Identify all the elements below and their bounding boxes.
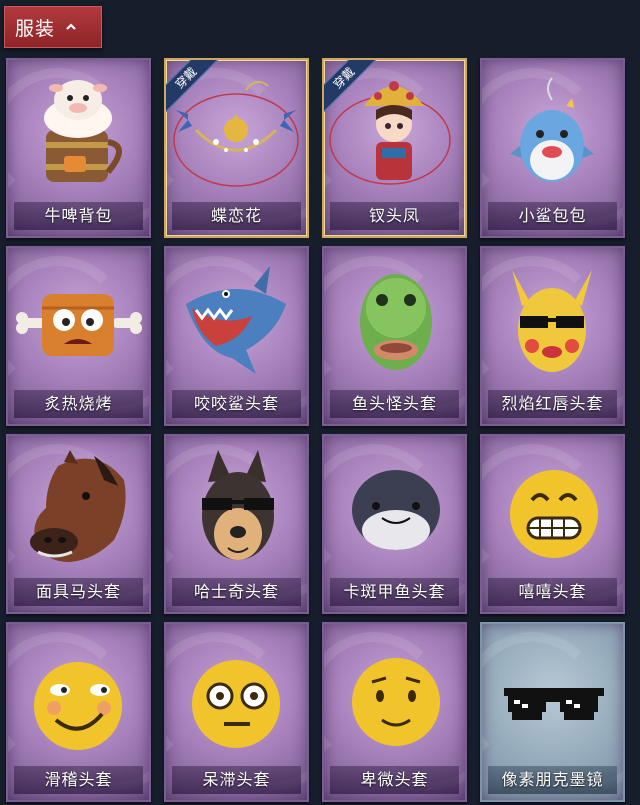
item-name: 哈士奇头套	[172, 578, 301, 606]
item-card[interactable]: 滑稽头套	[6, 622, 151, 802]
item-card[interactable]: 面具马头套	[6, 434, 151, 614]
item-card[interactable]: 嘻嘻头套	[480, 434, 625, 614]
item-name: 滑稽头套	[14, 766, 143, 794]
item-name: 炙热烧烤	[14, 390, 143, 418]
item-card[interactable]: 小鲨包包	[480, 58, 625, 238]
fish-head-round-icon	[352, 470, 440, 550]
stunned-emoji-icon	[192, 660, 280, 748]
shark-bag-icon	[510, 77, 594, 182]
item-card[interactable]: 像素朋克墨镜	[480, 622, 625, 802]
item-name: 像素朋克墨镜	[488, 766, 617, 794]
item-card[interactable]: 穿戴 蝶恋花	[164, 58, 309, 238]
costume-category-toggle[interactable]: 服装	[4, 6, 102, 48]
sly-emoji-icon	[34, 662, 122, 750]
item-name: 呆滞头套	[172, 766, 301, 794]
category-title: 服装	[15, 17, 56, 40]
item-name: 嘻嘻头套	[488, 578, 617, 606]
item-card[interactable]: 咬咬鲨头套	[164, 246, 309, 426]
husky-head-icon	[202, 450, 274, 560]
item-card[interactable]: 卑微头套	[322, 622, 467, 802]
timid-emoji-icon	[352, 658, 440, 746]
chevron-up-icon	[66, 23, 76, 30]
pixel-sunglasses-icon	[504, 688, 604, 720]
item-card[interactable]: 牛啤背包	[6, 58, 151, 238]
item-name: 卑微头套	[330, 766, 459, 794]
item-card[interactable]: 烈焰红唇头套	[480, 246, 625, 426]
item-card[interactable]: 哈士奇头套	[164, 434, 309, 614]
item-name: 面具马头套	[14, 578, 143, 606]
grilled-meat-icon	[16, 294, 142, 356]
item-card[interactable]: 鱼头怪头套	[322, 246, 467, 426]
item-card[interactable]: 穿戴 钗头凤	[322, 58, 467, 238]
grin-emoji-icon	[510, 470, 598, 558]
item-card[interactable]: 卡斑甲鱼头套	[322, 434, 467, 614]
item-name: 小鲨包包	[488, 202, 617, 230]
fish-head-mask-icon	[360, 274, 432, 370]
item-card[interactable]: 炙热烧烤	[6, 246, 151, 426]
item-name: 卡斑甲鱼头套	[330, 578, 459, 606]
beer-barrel-cow-icon	[44, 80, 122, 182]
item-name: 蝶恋花	[172, 202, 301, 230]
item-name: 烈焰红唇头套	[488, 390, 617, 418]
item-card[interactable]: 呆滞头套	[164, 622, 309, 802]
item-name: 鱼头怪头套	[330, 390, 459, 418]
shark-head-icon	[186, 266, 286, 374]
item-name: 钗头凤	[330, 202, 459, 230]
yellow-mask-sunglasses-icon	[512, 270, 592, 372]
horse-mask-icon	[30, 450, 126, 562]
item-name: 咬咬鲨头套	[172, 390, 301, 418]
item-name: 牛啤背包	[14, 202, 143, 230]
